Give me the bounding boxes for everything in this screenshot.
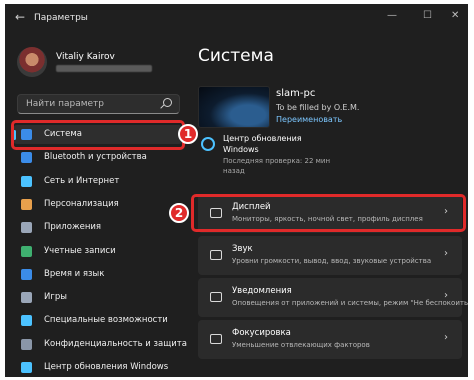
sidebar-item[interactable]: Персонализация <box>13 195 183 214</box>
card-subtitle: Оповещения от приложений и системы, режи… <box>232 299 468 307</box>
sidebar-item[interactable]: Приложения <box>13 218 183 237</box>
chevron-right-icon: › <box>444 332 448 343</box>
speaker-icon <box>210 250 222 260</box>
brush-icon <box>21 198 32 210</box>
user-name: Vitaliy Kairov <box>56 52 115 62</box>
sidebar-item-label: Конфиденциальность и защита <box>44 338 187 349</box>
maximize-icon[interactable]: ☐ <box>423 10 432 21</box>
page-title: Система <box>198 46 274 66</box>
sidebar-item-label: Приложения <box>44 222 102 233</box>
sidebar-item[interactable]: Конфиденциальность и защита <box>13 335 187 354</box>
app-title: Параметры <box>34 13 88 23</box>
sidebar-item-label: Специальные возможности <box>44 315 168 326</box>
settings-card[interactable]: Звук Уровни громкости, вывод, ввод, звуко… <box>198 236 462 275</box>
avatar[interactable] <box>17 47 47 77</box>
sidebar-item-label: Учетные записи <box>44 245 116 256</box>
globe-clock-icon <box>21 268 32 280</box>
sidebar-item-label: Персонализация <box>44 198 119 209</box>
sidebar-item-label: Время и язык <box>44 268 105 279</box>
minimize-icon[interactable]: — <box>387 10 397 21</box>
focus-icon <box>210 334 222 344</box>
card-title: Звук <box>232 244 253 254</box>
sidebar-item[interactable]: Сеть и Интернет <box>13 172 183 191</box>
sidebar-item-label: Bluetooth и устройства <box>44 152 147 163</box>
card-highlight <box>191 194 466 232</box>
user-email-redacted <box>56 65 152 72</box>
title-bar: ← Параметры — ☐ ✕ <box>5 4 468 32</box>
sidebar-item[interactable]: Специальные возможности <box>13 311 183 330</box>
wifi-icon <box>21 175 32 187</box>
search-placeholder: Найти параметр <box>26 99 104 109</box>
update-last-check-line1: Последняя проверка: 22 мин <box>223 157 331 165</box>
accessibility-icon <box>21 315 32 327</box>
sidebar-highlight <box>11 120 185 150</box>
update-icon <box>201 137 215 151</box>
chevron-right-icon: › <box>444 290 448 301</box>
card-subtitle: Уменьшение отвлекающих факторов <box>232 341 370 349</box>
card-title: Уведомления <box>232 286 292 296</box>
apps-icon <box>21 222 32 234</box>
sidebar-item-label: Сеть и Интернет <box>44 175 120 186</box>
sidebar-item-label: Центр обновления Windows <box>44 362 169 372</box>
sidebar-item[interactable]: Bluetooth и устройства <box>13 148 183 167</box>
search-input[interactable]: Найти параметр <box>17 94 180 114</box>
bell-icon <box>210 292 222 302</box>
device-name: slam-pc <box>276 88 316 99</box>
bluetooth-icon <box>21 152 32 164</box>
search-icon[interactable] <box>163 98 172 107</box>
device-model: To be filled by O.E.M. <box>276 103 360 112</box>
chevron-right-icon: › <box>444 248 448 259</box>
gamepad-icon <box>21 292 32 304</box>
sidebar-item[interactable]: Учетные записи <box>13 242 183 261</box>
update-title-line1[interactable]: Центр обновления <box>223 134 302 143</box>
settings-card[interactable]: Уведомления Оповещения от приложений и си… <box>198 278 468 317</box>
step-badge-2: 2 <box>169 203 189 223</box>
sidebar-item[interactable]: Центр обновления Windows <box>13 358 183 377</box>
sidebar-item[interactable]: Игры <box>13 288 183 307</box>
device-wallpaper-thumbnail <box>198 86 270 128</box>
shield-icon <box>21 338 32 350</box>
settings-window: ← Параметры — ☐ ✕ Vitaliy Kairov Найти п… <box>5 4 468 377</box>
back-icon[interactable]: ← <box>15 10 25 24</box>
step-badge-1: 1 <box>178 124 198 144</box>
close-icon[interactable]: ✕ <box>451 10 459 21</box>
update-last-check-line2: назад <box>223 167 245 175</box>
update-icon <box>21 362 32 373</box>
sidebar-item[interactable]: Время и язык <box>13 265 183 284</box>
rename-link[interactable]: Переименовать <box>276 115 342 124</box>
card-subtitle: Уровни громкости, вывод, ввод, звуковые … <box>232 257 432 265</box>
settings-card[interactable]: Фокусировка Уменьшение отвлекающих фактор… <box>198 320 462 359</box>
card-title: Фокусировка <box>232 328 291 338</box>
person-icon <box>21 245 32 257</box>
update-title-line2[interactable]: Windows <box>223 145 259 154</box>
sidebar-item-label: Игры <box>44 292 67 303</box>
